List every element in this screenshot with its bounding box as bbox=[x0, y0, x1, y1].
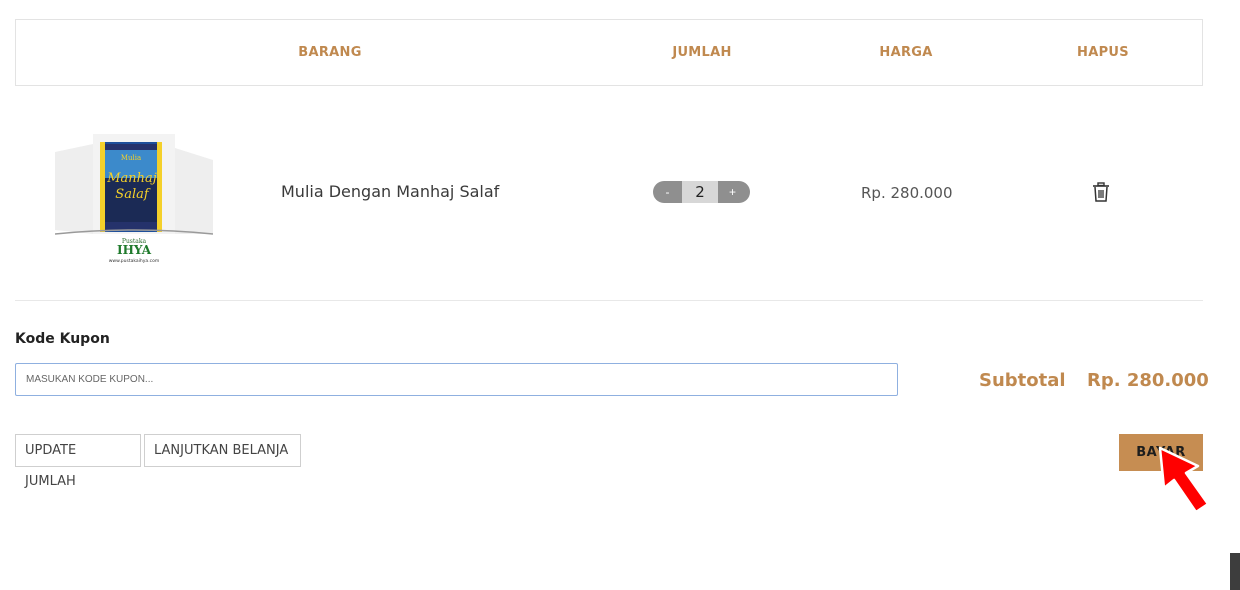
trash-icon[interactable] bbox=[1092, 182, 1110, 202]
subtotal-label: Subtotal bbox=[979, 370, 1066, 391]
coupon-label: Kode Kupon bbox=[15, 331, 110, 347]
product-thumbnail[interactable]: Mulia Manhaj Salaf Pustaka IHYA www.pust… bbox=[55, 130, 213, 268]
update-quantity-button[interactable]: UPDATE JUMLAH bbox=[15, 434, 141, 489]
thumb-website: www.pustakaihya.com bbox=[109, 258, 159, 264]
subtotal-value: Rp. 280.000 bbox=[1087, 370, 1209, 391]
thumb-title-line3: Salaf bbox=[115, 187, 151, 202]
product-price: Rp. 280.000 bbox=[861, 184, 953, 202]
column-header-price: HARGA bbox=[879, 45, 933, 60]
pay-button[interactable]: BAYAR bbox=[1119, 434, 1203, 471]
cart-table-header: BARANG JUMLAH HARGA HAPUS bbox=[15, 19, 1203, 86]
quantity-value[interactable]: 2 bbox=[682, 181, 718, 203]
thumb-title-line1: Mulia bbox=[121, 154, 141, 162]
column-header-item: BARANG bbox=[298, 45, 362, 60]
quantity-decrease-button[interactable]: - bbox=[653, 181, 682, 203]
quantity-increase-button[interactable]: + bbox=[718, 181, 747, 203]
continue-shopping-button[interactable]: LANJUTKAN BELANJA bbox=[144, 434, 301, 467]
cart-row: Mulia Manhaj Salaf Pustaka IHYA www.pust… bbox=[15, 86, 1203, 301]
quantity-stepper: - 2 + bbox=[653, 181, 750, 203]
thumb-title-line2: Manhaj bbox=[106, 171, 157, 186]
column-header-delete: HAPUS bbox=[1077, 45, 1129, 60]
column-header-quantity: JUMLAH bbox=[672, 45, 732, 60]
product-name[interactable]: Mulia Dengan Manhaj Salaf bbox=[281, 182, 499, 201]
thumb-publisher: IHYA bbox=[117, 243, 152, 257]
coupon-input[interactable] bbox=[15, 363, 898, 396]
page-edge-bar bbox=[1230, 553, 1240, 590]
